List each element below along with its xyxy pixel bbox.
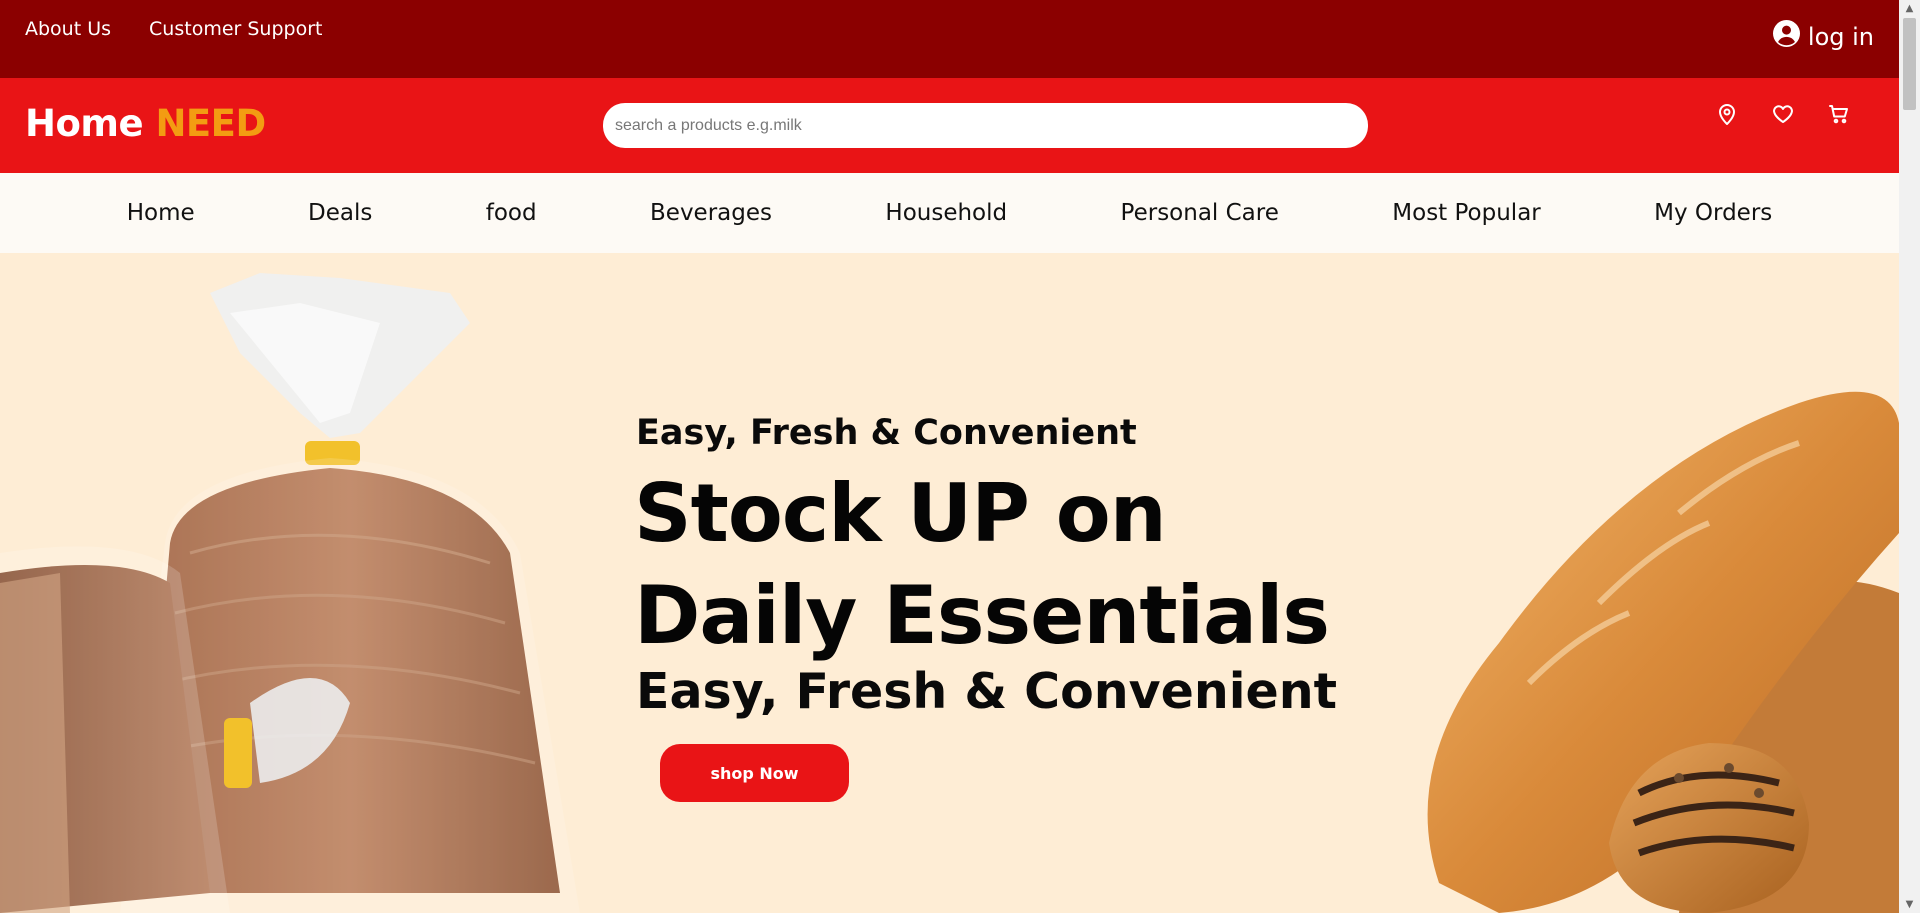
hero-headline: Stock UP on Daily Essentials xyxy=(634,463,1330,667)
bagged-bread-image xyxy=(0,273,580,913)
page: About Us Customer Support log in Home NE… xyxy=(0,0,1899,913)
vertical-scrollbar[interactable]: ▲ ▼ xyxy=(1899,0,1920,913)
nav-item-personal-care[interactable]: Personal Care xyxy=(1121,200,1279,226)
nav-item-deals[interactable]: Deals xyxy=(308,200,372,226)
heart-icon[interactable] xyxy=(1771,102,1795,126)
scroll-down-arrow-icon[interactable]: ▼ xyxy=(1899,896,1920,913)
nav-item-my-orders[interactable]: My Orders xyxy=(1654,200,1772,226)
nav-item-most-popular[interactable]: Most Popular xyxy=(1392,200,1540,226)
hero-subheadline: Easy, Fresh & Convenient xyxy=(636,663,1338,720)
scrollbar-thumb[interactable] xyxy=(1903,18,1916,110)
logo-text-need: NEED xyxy=(155,102,266,145)
customer-support-link[interactable]: Customer Support xyxy=(149,18,322,40)
header-actions xyxy=(1715,102,1851,126)
hero-headline-line-1: Stock UP on xyxy=(634,467,1167,560)
shop-now-button[interactable]: shop Now xyxy=(660,744,849,802)
hero-kicker: Easy, Fresh & Convenient xyxy=(636,413,1137,453)
search-input[interactable] xyxy=(603,103,1368,148)
category-nav: Home Deals food Beverages Household Pers… xyxy=(0,173,1899,253)
scroll-up-arrow-icon[interactable]: ▲ xyxy=(1899,0,1920,17)
hero-headline-line-2: Daily Essentials xyxy=(634,569,1330,662)
hero-banner: Easy, Fresh & Convenient Stock UP on Dai… xyxy=(0,253,1899,913)
utility-links: About Us Customer Support xyxy=(25,18,322,40)
login-label: log in xyxy=(1807,22,1874,51)
login-button[interactable]: log in xyxy=(1772,20,1874,53)
cart-icon[interactable] xyxy=(1827,102,1851,126)
logo[interactable]: Home NEED xyxy=(25,102,266,145)
nav-item-household[interactable]: Household xyxy=(885,200,1007,226)
nav-item-home[interactable]: Home xyxy=(127,200,195,226)
nav-item-beverages[interactable]: Beverages xyxy=(650,200,772,226)
main-header: Home NEED xyxy=(0,78,1899,173)
user-circle-icon xyxy=(1772,20,1800,53)
about-us-link[interactable]: About Us xyxy=(25,18,111,40)
nav-item-food[interactable]: food xyxy=(486,200,537,226)
baguette-croissant-image xyxy=(1427,391,1899,913)
location-pin-icon[interactable] xyxy=(1715,102,1739,126)
logo-text-home: Home xyxy=(25,102,144,145)
top-utility-bar: About Us Customer Support log in xyxy=(0,0,1899,78)
